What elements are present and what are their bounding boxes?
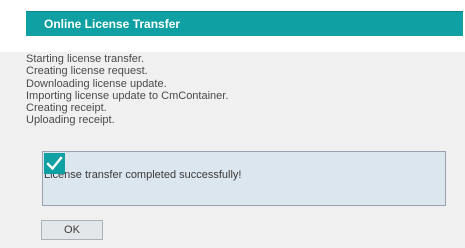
ok-button[interactable]: OK (41, 220, 103, 240)
dialog-title: Online License Transfer (44, 17, 181, 31)
log-line: Creating license request. (26, 65, 148, 78)
result-panel: License transfer completed successfully! (42, 151, 446, 206)
dialog-header: Online License Transfer (26, 11, 463, 36)
log-line: Importing license update to CmContainer. (26, 89, 229, 102)
log-line: Creating receipt. (26, 102, 107, 115)
log-line: Downloading license update. (26, 77, 167, 90)
checkmark-icon (44, 153, 65, 174)
log-line: Starting license transfer. (26, 53, 145, 65)
result-message: License transfer completed successfully! (44, 169, 242, 181)
log-line: Uploading receipt. (26, 114, 115, 127)
transfer-log: Starting license transfer. Creating lice… (26, 53, 228, 127)
